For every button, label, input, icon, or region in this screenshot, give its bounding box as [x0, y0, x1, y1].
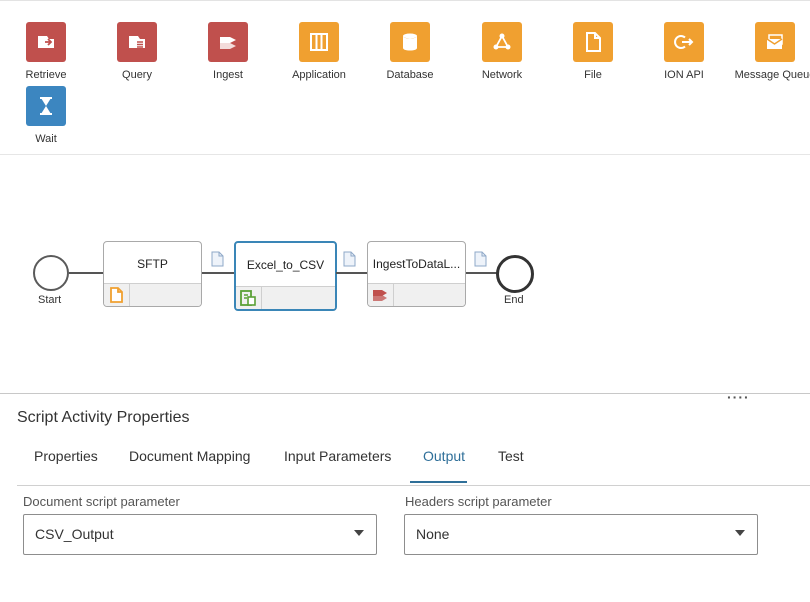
palette-label-message-queue: Message Queue — [734, 69, 810, 81]
activity-title: IngestToDataL... — [372, 257, 461, 271]
chevron-down-icon — [735, 530, 745, 536]
document-icon — [474, 251, 487, 267]
document-param-label: Document script parameter — [23, 494, 180, 509]
tab-document-mapping[interactable]: Document Mapping — [129, 448, 250, 464]
script-icon — [240, 290, 256, 306]
database-icon — [390, 22, 430, 62]
palette-label-database: Database — [386, 69, 434, 81]
palette-item-file[interactable]: File — [548, 22, 638, 81]
end-label: End — [504, 294, 524, 306]
palette-item-ingest[interactable]: Ingest — [183, 22, 273, 81]
activity-ingest-to-data-lake[interactable]: IngestToDataL... — [367, 241, 466, 307]
palette-divider — [0, 154, 810, 155]
active-tab-indicator — [410, 481, 467, 483]
headers-param-value: None — [416, 526, 450, 542]
palette-label-application: Application — [292, 69, 346, 81]
activity-title: Excel_to_CSV — [246, 258, 325, 272]
headers-param-select[interactable]: None — [404, 514, 758, 555]
activity-excel-to-csv[interactable]: Excel_to_CSV — [234, 241, 337, 311]
document-param-select[interactable]: CSV_Output — [23, 514, 377, 555]
file-icon — [573, 22, 613, 62]
tab-output[interactable]: Output — [423, 448, 465, 464]
message-queue-icon — [755, 22, 795, 62]
hourglass-icon — [26, 86, 66, 126]
palette-item-network[interactable]: Network — [457, 22, 547, 81]
document-icon — [211, 251, 224, 267]
palette-item-wait[interactable]: Wait — [1, 86, 91, 145]
file-connector-icon — [110, 287, 123, 303]
activity-footer — [104, 283, 201, 306]
tab-properties[interactable]: Properties — [34, 448, 98, 464]
canvas-divider — [0, 393, 810, 394]
end-node[interactable] — [496, 255, 534, 293]
connector-ingest-end — [466, 272, 497, 274]
ion-api-icon — [664, 22, 704, 62]
activity-footer — [368, 283, 465, 306]
palette-item-database[interactable]: Database — [365, 22, 455, 81]
palette-label-ion-api: ION API — [664, 69, 704, 81]
connector-start-sftp — [69, 272, 103, 274]
palette-label-network: Network — [481, 69, 523, 81]
top-border — [0, 0, 810, 5]
start-label: Start — [38, 294, 62, 306]
retrieve-icon — [26, 22, 66, 62]
palette-label-retrieve: Retrieve — [25, 69, 67, 81]
palette-item-application[interactable]: Application — [274, 22, 364, 81]
panel-title: Script Activity Properties — [17, 409, 190, 426]
activity-title: SFTP — [137, 257, 168, 271]
chevron-down-icon — [354, 530, 364, 536]
palette-item-retrieve[interactable]: Retrieve — [1, 22, 91, 81]
connector-excel-ingest — [336, 272, 367, 274]
resize-handle[interactable]: ···· — [727, 389, 750, 405]
document-param-value: CSV_Output — [35, 526, 114, 542]
palette-label-wait: Wait — [35, 133, 57, 145]
ingest-icon — [373, 290, 387, 301]
palette-label-query: Query — [122, 69, 152, 81]
palette-label-ingest: Ingest — [213, 69, 243, 81]
tab-input-parameters[interactable]: Input Parameters — [284, 448, 391, 464]
palette-label-file: File — [584, 69, 602, 81]
activity-sftp[interactable]: SFTP — [103, 241, 202, 307]
palette-item-ion-api[interactable]: ION API — [639, 22, 729, 81]
tabs-divider — [17, 485, 810, 486]
query-icon — [117, 22, 157, 62]
application-icon — [299, 22, 339, 62]
headers-param-label: Headers script parameter — [405, 494, 552, 509]
palette-item-query[interactable]: Query — [92, 22, 182, 81]
tab-test[interactable]: Test — [498, 448, 524, 464]
activity-footer — [236, 286, 335, 309]
connector-sftp-excel — [202, 272, 235, 274]
ingest-icon — [208, 22, 248, 62]
palette-item-message-queue[interactable]: Message Queue — [730, 22, 810, 81]
start-node[interactable] — [33, 255, 69, 291]
document-icon — [343, 251, 356, 267]
network-icon — [482, 22, 522, 62]
